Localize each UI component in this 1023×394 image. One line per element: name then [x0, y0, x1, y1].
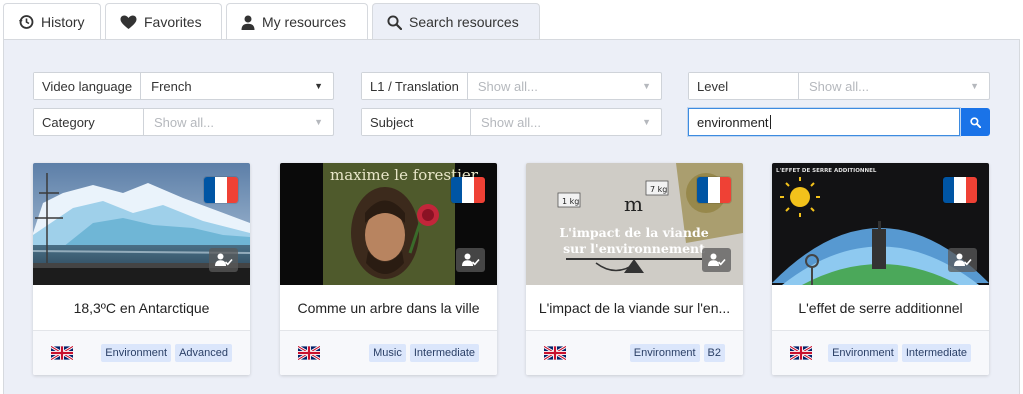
subject-label: Subject: [362, 109, 471, 135]
video-thumbnail: maxime le forestier: [280, 163, 497, 285]
tab-history-label: History: [41, 14, 85, 30]
thumbnail-title-line2: sur l'environnement: [563, 241, 705, 256]
uk-flag-icon: [544, 346, 566, 360]
tab-search-resources[interactable]: Search resources: [372, 3, 540, 40]
tab-history[interactable]: History: [3, 3, 101, 40]
card-tags: Music Intermediate: [369, 344, 479, 362]
tab-my-resources-label: My resources: [262, 14, 347, 30]
tag: Intermediate: [409, 344, 479, 362]
subject-filter[interactable]: Subject Show all... ▼: [361, 108, 662, 136]
caret-down-icon: ▼: [314, 117, 323, 127]
video-thumbnail: 1 kg 7 kg m L'impact de la viande sur l'…: [526, 163, 743, 285]
card-tags: Environment B2: [629, 344, 725, 362]
video-thumbnail: L'EFFET DE SERRE ADDITIONNEL: [772, 163, 989, 285]
card-title: 18,3ºC en Antarctique: [33, 285, 250, 331]
weight-label-right: 7 kg: [650, 185, 667, 194]
search-icon: [970, 116, 981, 128]
resource-card[interactable]: 18,3ºC en Antarctique Environment Advanc…: [33, 163, 250, 375]
publisher-logo: m: [624, 192, 643, 216]
tag: Intermediate: [901, 344, 971, 362]
user-check-icon: [702, 248, 731, 272]
resource-card[interactable]: L'EFFET DE SERRE ADDITIONNEL L'effet de …: [772, 163, 989, 375]
l1-translation-select[interactable]: Show all... ▼: [468, 73, 661, 99]
caret-down-icon: ▼: [314, 81, 323, 91]
category-filter[interactable]: Category Show all... ▼: [33, 108, 334, 136]
french-flag-icon: [204, 177, 238, 203]
subject-select[interactable]: Show all... ▼: [471, 109, 661, 135]
level-select[interactable]: Show all... ▼: [799, 73, 989, 99]
video-language-filter[interactable]: Video language French ▼: [33, 72, 334, 100]
tag: Advanced: [175, 344, 232, 362]
tag: Environment: [101, 344, 172, 362]
history-icon: [19, 15, 34, 29]
level-label: Level: [689, 73, 799, 99]
category-select[interactable]: Show all... ▼: [144, 109, 333, 135]
tag: Environment: [828, 344, 898, 362]
tag: Music: [369, 344, 406, 362]
card-tags: Environment Advanced: [101, 344, 232, 362]
card-title: Comme un arbre dans la ville: [280, 285, 497, 331]
uk-flag-icon: [298, 346, 320, 360]
l1-translation-placeholder: Show all...: [477, 78, 538, 94]
caret-down-icon: ▼: [642, 81, 651, 91]
level-filter[interactable]: Level Show all... ▼: [688, 72, 990, 100]
search-input-value: environment: [697, 114, 769, 130]
user-check-icon: [209, 248, 238, 272]
card-tags: Environment Intermediate: [828, 344, 971, 362]
french-flag-icon: [697, 177, 731, 203]
caret-down-icon: ▼: [970, 81, 979, 91]
tag: B2: [703, 344, 725, 362]
french-flag-icon: [943, 177, 977, 203]
user-check-icon: [456, 248, 485, 272]
resource-card[interactable]: maxime le forestier Comme un arbre dans …: [280, 163, 497, 375]
video-language-select[interactable]: French ▼: [141, 73, 333, 99]
weight-label-left: 1 kg: [562, 197, 579, 206]
uk-flag-icon: [51, 346, 73, 360]
person-icon: [241, 15, 255, 30]
tab-search-resources-label: Search resources: [409, 14, 519, 30]
text-cursor: [769, 115, 771, 129]
tab-my-resources[interactable]: My resources: [226, 3, 368, 40]
card-title: L'impact de la viande sur l'en...: [526, 285, 743, 331]
l1-translation-filter[interactable]: L1 / Translation Show all... ▼: [361, 72, 662, 100]
user-check-icon: [948, 248, 977, 272]
card-footer: Environment Advanced: [33, 331, 250, 375]
level-placeholder: Show all...: [809, 78, 869, 94]
tag: Environment: [629, 344, 700, 362]
video-thumbnail: [33, 163, 250, 285]
search-icon: [387, 14, 402, 30]
l1-translation-label: L1 / Translation: [362, 73, 468, 99]
thumbnail-header-text: L'EFFET DE SERRE ADDITIONNEL: [776, 168, 877, 174]
resource-card[interactable]: 1 kg 7 kg m L'impact de la viande sur l'…: [526, 163, 743, 375]
search-button[interactable]: [961, 108, 990, 136]
thumbnail-title-line1: L'impact de la viande: [559, 225, 708, 240]
tab-favorites[interactable]: Favorites: [105, 3, 222, 40]
heart-icon: [120, 15, 137, 29]
card-footer: Environment B2: [526, 331, 743, 375]
subject-placeholder: Show all...: [481, 114, 541, 130]
video-language-value: French: [151, 78, 192, 94]
tab-favorites-label: Favorites: [144, 14, 202, 30]
video-language-label: Video language: [34, 73, 142, 99]
resource-tabs: History Favorites My resources Search re…: [3, 3, 540, 40]
card-title: L'effet de serre additionnel: [772, 285, 989, 331]
card-footer: Music Intermediate: [280, 331, 497, 375]
search-input[interactable]: environment: [688, 108, 960, 136]
french-flag-icon: [451, 177, 485, 203]
uk-flag-icon: [790, 346, 812, 360]
category-label: Category: [34, 109, 144, 135]
category-placeholder: Show all...: [154, 114, 214, 130]
caret-down-icon: ▼: [642, 117, 651, 127]
card-footer: Environment Intermediate: [772, 331, 989, 375]
